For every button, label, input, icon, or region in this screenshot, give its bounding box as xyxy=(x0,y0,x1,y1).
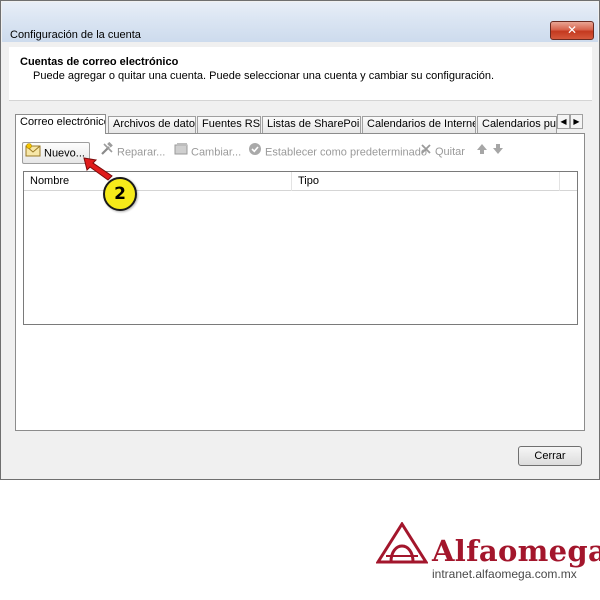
tab-scroll-right-button[interactable]: ▶ xyxy=(570,114,583,129)
set-default-label: Establecer como predeterminado xyxy=(265,146,428,159)
tab-rss-feeds[interactable]: Fuentes RSS xyxy=(197,116,261,133)
window-close-button[interactable]: ✕ xyxy=(550,21,594,40)
alfaomega-logo-icon xyxy=(376,522,428,564)
brand-url: intranet.alfaomega.com.mx xyxy=(432,567,577,581)
move-down-button[interactable] xyxy=(492,142,507,164)
brand-name: Alfaomega xyxy=(432,534,600,568)
remove-button[interactable]: Quitar xyxy=(420,142,465,164)
column-header-type[interactable]: Tipo xyxy=(292,172,560,191)
brand-block: Alfaomega intranet.alfaomega.com.mx xyxy=(372,520,600,590)
tab-strip: Correo electrónico Archivos de datos Fue… xyxy=(15,114,585,134)
edit-card-icon xyxy=(174,142,188,163)
dialog-header: Cuentas de correo electrónico Puede agre… xyxy=(9,47,592,101)
set-default-button[interactable]: Establecer como predeterminado xyxy=(248,142,427,164)
tab-sharepoint-lists[interactable]: Listas de SharePoint xyxy=(262,116,361,133)
tab-email[interactable]: Correo electrónico xyxy=(15,114,106,134)
close-button[interactable]: Cerrar xyxy=(518,446,582,466)
envelope-new-icon xyxy=(25,143,41,164)
new-account-button[interactable]: Nuevo... xyxy=(22,142,90,164)
tab-published-calendars[interactable]: Calendarios publi xyxy=(477,116,557,133)
move-up-button[interactable] xyxy=(476,142,491,164)
change-label: Cambiar... xyxy=(191,146,242,159)
checkmark-circle-icon xyxy=(248,142,262,163)
tab-scroll-left-button[interactable]: ◀ xyxy=(557,114,570,129)
repair-label: Reparar... xyxy=(117,146,166,159)
arrow-down-icon xyxy=(492,142,504,162)
step-number-badge: 2 xyxy=(103,177,137,211)
header-title: Cuentas de correo electrónico xyxy=(20,56,179,68)
window-title: Configuración de la cuenta xyxy=(10,29,141,41)
x-icon xyxy=(420,142,432,162)
new-account-label: Nuevo... xyxy=(44,147,85,160)
tab-data-files[interactable]: Archivos de datos xyxy=(108,116,196,133)
remove-label: Quitar xyxy=(435,146,465,158)
title-bar[interactable]: Configuración de la cuenta ✕ xyxy=(2,2,598,42)
arrow-up-icon xyxy=(476,142,488,162)
header-description: Puede agregar o quitar una cuenta. Puede… xyxy=(33,70,495,82)
tab-internet-calendars[interactable]: Calendarios de Internet xyxy=(362,116,476,133)
column-header-name[interactable]: Nombre xyxy=(24,172,292,191)
change-button[interactable]: Cambiar... xyxy=(174,142,241,164)
